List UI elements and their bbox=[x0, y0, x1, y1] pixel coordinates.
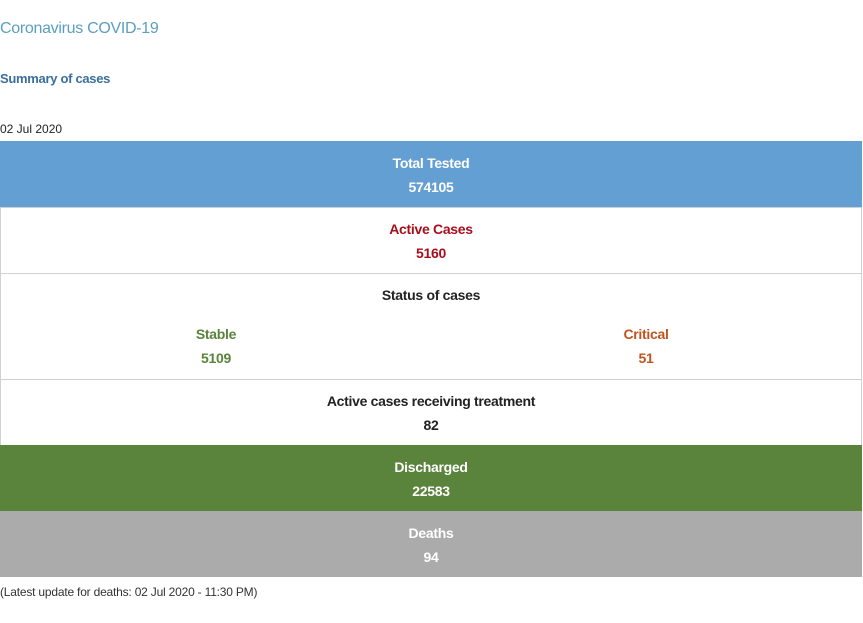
discharged-value: 22583 bbox=[412, 483, 450, 499]
stable-cases: Stable 5109 bbox=[1, 322, 431, 370]
critical-label: Critical bbox=[623, 326, 669, 342]
treatment-label: Active cases receiving treatment bbox=[326, 393, 536, 409]
deaths-update-note: (Latest update for deaths: 02 Jul 2020 -… bbox=[0, 585, 258, 599]
status-of-cases-row: Status of cases Stable 5109 Critical 51 bbox=[0, 273, 862, 379]
total-tested-value: 574105 bbox=[408, 179, 454, 195]
deaths-label: Deaths bbox=[408, 525, 454, 541]
stable-value: 5109 bbox=[201, 350, 231, 366]
active-cases-label: Active Cases bbox=[389, 221, 473, 237]
total-tested-label: Total Tested bbox=[392, 155, 470, 171]
stats-table: Total Tested 574105 Active Cases 5160 St… bbox=[0, 141, 862, 577]
treatment-row: Active cases receiving treatment 82 bbox=[0, 379, 862, 445]
critical-cases: Critical 51 bbox=[431, 322, 861, 370]
stable-label: Stable bbox=[195, 326, 237, 342]
discharged-label: Discharged bbox=[394, 459, 468, 475]
section-title: Summary of cases bbox=[0, 71, 111, 86]
status-breakdown: Stable 5109 Critical 51 bbox=[1, 322, 861, 370]
report-date: 02 Jul 2020 bbox=[0, 122, 63, 136]
treatment-value: 82 bbox=[423, 417, 439, 433]
deaths-value: 94 bbox=[423, 549, 439, 565]
deaths-row: Deaths 94 bbox=[0, 511, 862, 577]
total-tested-row: Total Tested 574105 bbox=[0, 141, 862, 207]
active-cases-value: 5160 bbox=[416, 245, 446, 261]
active-cases-row: Active Cases 5160 bbox=[0, 207, 862, 273]
discharged-row: Discharged 22583 bbox=[0, 445, 862, 511]
critical-value: 51 bbox=[638, 350, 654, 366]
page-title: Coronavirus COVID-19 bbox=[0, 20, 159, 37]
status-of-cases-label: Status of cases bbox=[381, 287, 481, 303]
